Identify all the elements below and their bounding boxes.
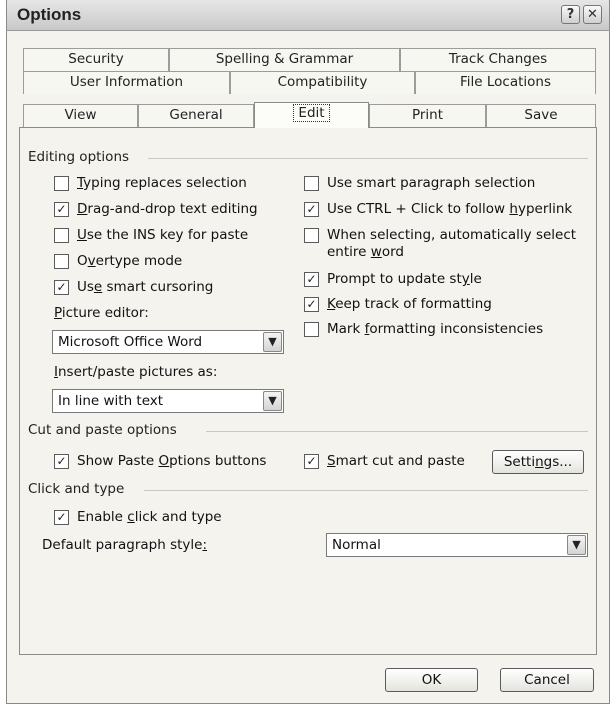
checkbox-label: Use smart cursoring (77, 279, 214, 295)
picture-editor-label: Picture editor: (54, 305, 149, 321)
editing-options-group: Editing options (28, 149, 588, 165)
tab-track-changes-label: Track Changes (448, 51, 548, 67)
tab-general[interactable]: General (138, 104, 254, 127)
chevron-down-icon[interactable]: ▼ (263, 391, 282, 411)
options-dialog: Options ? ✕ Security Spelling & Grammar … (6, 0, 610, 704)
checkbox-box: ✓ (54, 510, 69, 525)
chevron-down-icon[interactable]: ▼ (567, 535, 586, 555)
checkbox-box (304, 228, 319, 243)
tab-file-locations[interactable]: File Locations (415, 71, 596, 94)
tab-save[interactable]: Save (486, 104, 596, 127)
checkbox-label: Prompt to update style (327, 271, 482, 287)
checkbox-box (54, 176, 69, 191)
tab-view-label: View (64, 107, 97, 123)
checkbox-label: Mark formatting inconsistencies (327, 321, 544, 337)
edit-tab-panel: Editing options Typing replaces selectio… (19, 127, 597, 655)
checkbox-label: Keep track of formatting (327, 296, 492, 312)
tab-save-label: Save (524, 107, 558, 123)
checkbox-box (304, 322, 319, 337)
tab-compatibility[interactable]: Compatibility (230, 71, 415, 94)
click-and-type-group: Click and type (28, 481, 588, 497)
tab-user-information[interactable]: User Information (23, 71, 230, 94)
checkbox-label: Use smart paragraph selection (327, 175, 536, 191)
checkbox-box: ✓ (304, 202, 319, 217)
settings-button[interactable]: Settings... (492, 450, 584, 474)
checkbox-label: Typing replaces selection (77, 175, 247, 191)
checkbox-box (304, 176, 319, 191)
tab-edit[interactable]: Edit (254, 102, 369, 128)
checkbox-box: ✓ (304, 272, 319, 287)
tab-compatibility-label: Compatibility (277, 74, 368, 90)
checkbox-label: Drag-and-drop text editing (77, 201, 258, 217)
checkbox-box: ✓ (54, 202, 69, 217)
picture-editor-value: Microsoft Office Word (58, 334, 203, 350)
checkbox-label: Overtype mode (77, 253, 183, 269)
checkbox-box: ✓ (304, 297, 319, 312)
default-paragraph-style-select[interactable]: Normal ▼ (326, 533, 588, 557)
tab-general-label: General (169, 107, 223, 123)
checkbox-label: Enable click and type (77, 509, 222, 525)
tab-view[interactable]: View (23, 104, 138, 127)
insert-paste-pictures-value: In line with text (58, 393, 164, 409)
tab-spelling-grammar-label: Spelling & Grammar (215, 51, 354, 67)
default-paragraph-style-value: Normal (332, 537, 381, 553)
checkbox-box: ✓ (54, 280, 69, 295)
help-button[interactable]: ? (561, 5, 580, 24)
close-button[interactable]: ✕ (583, 5, 602, 24)
tab-spelling-grammar[interactable]: Spelling & Grammar (169, 48, 400, 71)
editing-options-heading: Editing options (28, 149, 130, 165)
click-and-type-heading: Click and type (28, 481, 125, 497)
chevron-down-icon[interactable]: ▼ (263, 332, 282, 352)
tab-print-label: Print (411, 107, 444, 123)
checkbox-label: Smart cut and paste (327, 453, 465, 469)
tab-file-locations-label: File Locations (459, 74, 551, 90)
cut-paste-options-group: Cut and paste options (28, 422, 588, 438)
tab-print[interactable]: Print (369, 104, 486, 127)
cancel-button[interactable]: Cancel (500, 668, 594, 692)
checkbox-label: Use CTRL + Click to follow hyperlink (327, 201, 573, 217)
checkbox-label: Use the INS key for paste (77, 227, 249, 243)
checkbox-box (54, 254, 69, 269)
checkbox-label: When selecting, automatically select enti… (327, 227, 577, 260)
tab-track-changes[interactable]: Track Changes (400, 48, 596, 71)
insert-paste-pictures-select[interactable]: In line with text ▼ (52, 389, 284, 413)
tab-user-information-label: User Information (69, 74, 184, 90)
dialog-title: Options (17, 5, 82, 24)
checkbox-box (54, 228, 69, 243)
cut-paste-options-heading: Cut and paste options (28, 422, 177, 438)
tab-security[interactable]: Security (23, 48, 169, 71)
checkbox-label: Show Paste Options buttons (77, 453, 267, 469)
tab-edit-label: Edit (293, 104, 330, 122)
insert-paste-pictures-label: Insert/paste pictures as: (54, 364, 218, 380)
ok-button[interactable]: OK (385, 668, 478, 692)
checkbox-box: ✓ (54, 454, 69, 469)
checkbox-box: ✓ (304, 454, 319, 469)
tab-security-label: Security (68, 51, 124, 67)
picture-editor-select[interactable]: Microsoft Office Word ▼ (52, 330, 284, 354)
default-paragraph-style-label: Default paragraph style: (42, 537, 208, 553)
title-bar: Options ? ✕ (7, 0, 609, 31)
